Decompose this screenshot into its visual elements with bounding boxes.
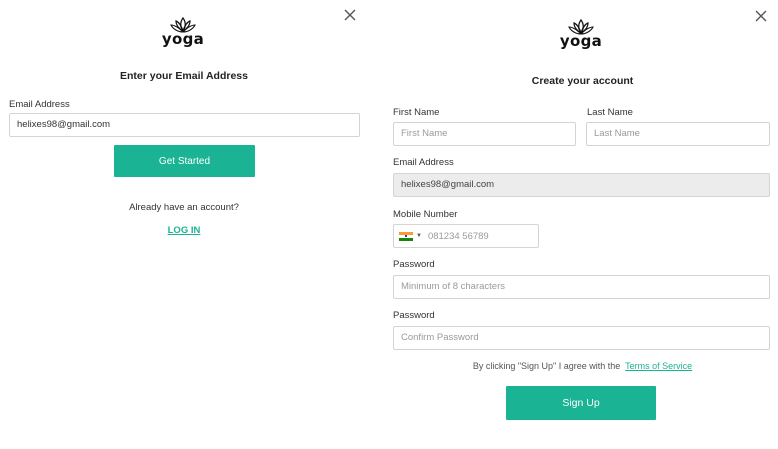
password-field[interactable]: Minimum of 8 characters <box>393 275 770 299</box>
yoga-logo: yoga <box>559 18 603 50</box>
email-field[interactable]: helixes98@gmail.com <box>9 113 360 137</box>
confirm-password-field[interactable]: Confirm Password <box>393 326 770 350</box>
email-label: Email Address <box>393 157 454 168</box>
page-title: Enter your Email Address <box>120 70 248 82</box>
mobile-label: Mobile Number <box>393 209 458 220</box>
close-icon[interactable] <box>343 8 359 24</box>
yoga-logo: yoga <box>161 16 205 48</box>
email-field: helixes98@gmail.com <box>393 173 770 197</box>
email-label: Email Address <box>9 99 70 110</box>
last-name-field[interactable]: Last Name <box>586 122 770 146</box>
signup-dialog: yoga Create your account First Name Firs… <box>387 0 778 449</box>
logo-text: yoga <box>161 30 205 48</box>
confirm-password-label: Password <box>393 310 435 321</box>
page-title: Create your account <box>531 75 634 87</box>
sign-up-button[interactable]: Sign Up <box>506 386 656 420</box>
terms-text: By clicking "Sign Up" I agree with the T… <box>387 361 778 371</box>
mobile-placeholder: 081234 56789 <box>427 230 489 242</box>
terms-of-service-link[interactable]: Terms of Service <box>625 361 692 371</box>
mobile-number-field[interactable]: ▼ 081234 56789 <box>393 224 539 248</box>
india-flag-icon[interactable] <box>399 231 413 241</box>
have-account-text: Already have an account? <box>129 202 239 213</box>
password-label: Password <box>393 259 435 270</box>
logo-text: yoga <box>559 32 603 50</box>
first-name-label: First Name <box>393 107 440 118</box>
terms-prefix: By clicking "Sign Up" I agree with the <box>472 361 621 371</box>
chevron-down-icon[interactable]: ▼ <box>416 233 422 239</box>
last-name-label: Last Name <box>587 107 633 118</box>
first-name-field[interactable]: First Name <box>393 122 576 146</box>
email-step-dialog: yoga Enter your Email Address Email Addr… <box>0 0 368 262</box>
login-link-wrapper: LOG IN <box>0 225 368 236</box>
close-icon[interactable] <box>754 9 770 25</box>
get-started-button[interactable]: Get Started <box>114 145 255 177</box>
login-link[interactable]: LOG IN <box>168 225 201 236</box>
